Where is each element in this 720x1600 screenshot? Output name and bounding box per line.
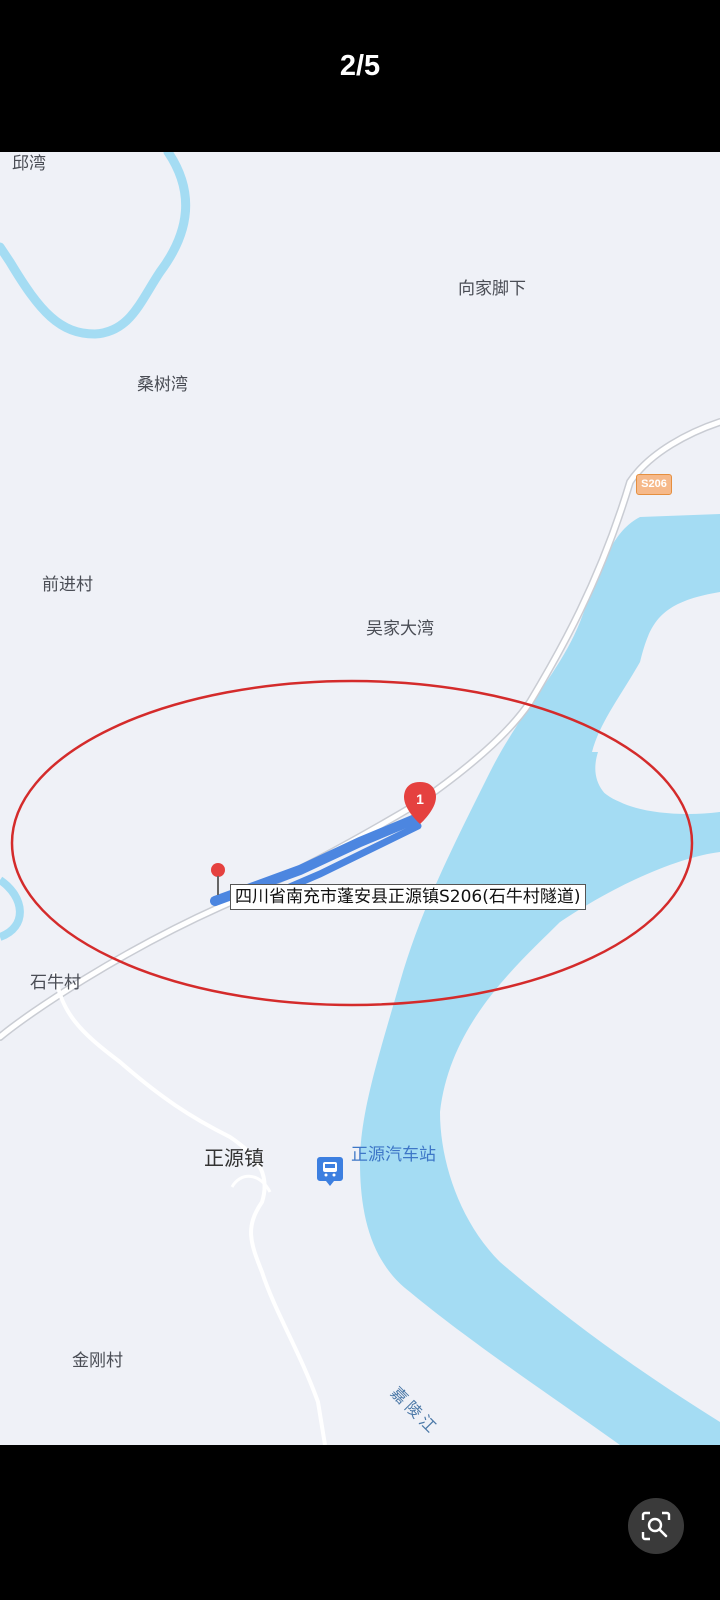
map-canvas: 1 [0,152,720,1445]
image-counter: 2/5 [339,50,381,82]
image-search-button[interactable] [628,1498,684,1554]
map-view[interactable]: 1 邱湾 向家脚下 桑树湾 前进村 吴家大湾 石牛村 正源镇 金刚村 正源汽车站… [0,152,720,1445]
viewer-top-bar: 2/5 [0,0,720,152]
address-label: 四川省南充市蓬安县正源镇S206(石牛村隧道) [230,884,586,910]
road-shield-s206: S206 [636,474,672,495]
place-shiniucun: 石牛村 [30,973,81,993]
place-sangshuwan: 桑树湾 [137,375,188,395]
bus-station-label: 正源汽车站 [351,1145,436,1165]
river-upper-left [0,152,191,339]
place-jingangcun: 金刚村 [72,1351,123,1371]
location-pin-icon [211,863,225,895]
river-left-small [0,876,24,941]
bus-station-icon [317,1156,343,1186]
place-xiangjiajiaoxia: 向家脚下 [458,279,526,299]
image-search-icon [641,1511,671,1541]
viewer-bottom-bar [0,1445,720,1600]
place-wujiadawan: 吴家大湾 [366,619,434,639]
marker-1-number: 1 [416,791,424,807]
place-qianjincun: 前进村 [42,575,93,595]
place-qiuwan: 邱湾 [12,154,46,174]
river-jialing [360,514,720,1445]
place-zhengyuanzhen: 正源镇 [204,1146,264,1170]
road-minor [53,971,327,1445]
